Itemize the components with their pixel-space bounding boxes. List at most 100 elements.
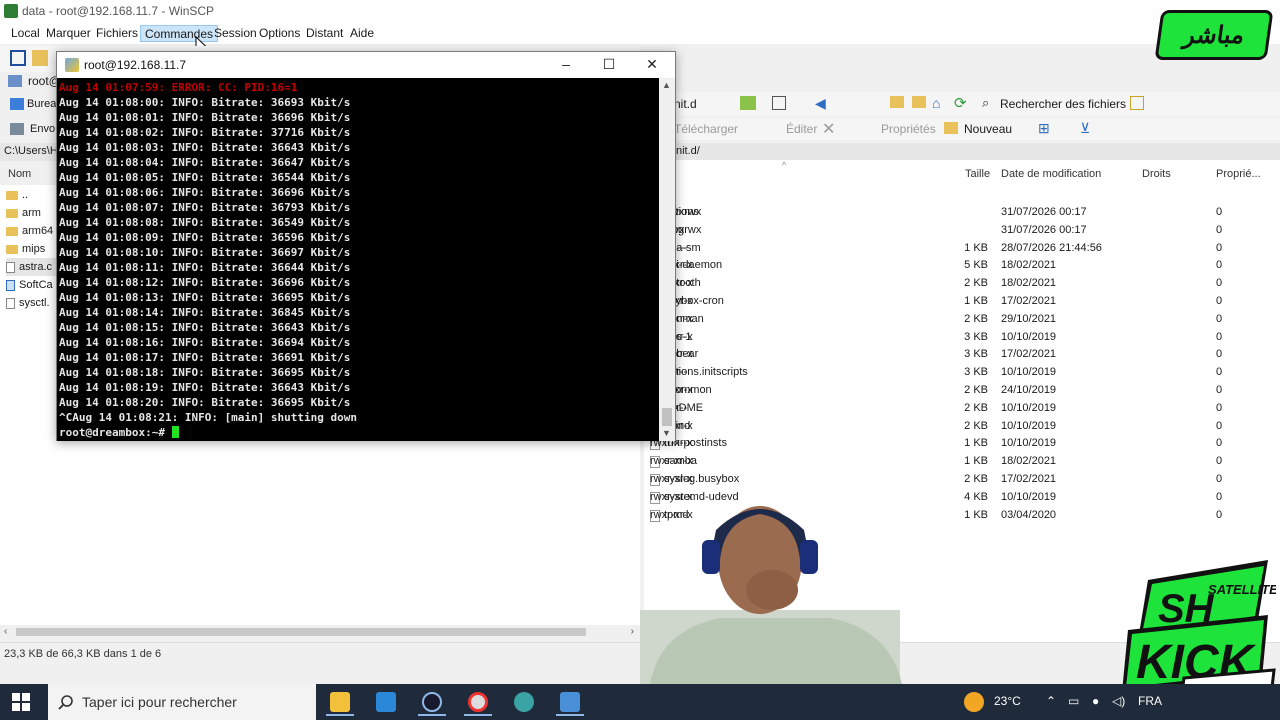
left-row-mips[interactable]: mips — [6, 240, 45, 258]
col-size[interactable]: Taille — [965, 168, 990, 180]
file-row[interactable]: EADME2 KB10/10/2019rw-r--r--0 — [650, 400, 1280, 418]
tray-chevron-icon[interactable]: ⌃ — [1046, 694, 1056, 708]
menu-distant[interactable]: Distant — [302, 25, 347, 42]
temperature[interactable]: 23°C — [994, 694, 1021, 708]
chrome-taskbar[interactable] — [460, 688, 496, 716]
terminal-title-bar[interactable]: root@192.168.11.7 – ☐ ✕ — [57, 52, 675, 78]
file-row[interactable]: scommon2 KB24/10/2019rwxr-xr-x0 — [650, 382, 1280, 400]
file-row[interactable]: onnman2 KB29/10/2021rwxr-xr-x0 — [650, 311, 1280, 329]
language-indicator[interactable]: FRA — [1138, 694, 1162, 708]
winscp-taskbar[interactable] — [552, 688, 588, 716]
root-dir-icon[interactable] — [912, 96, 926, 108]
new-button[interactable]: Nouveau — [964, 122, 1012, 136]
session-tab-icon[interactable] — [8, 75, 22, 87]
bureau-partial[interactable]: Burea — [27, 98, 56, 110]
file-row[interactable]: slog31/07/2026 00:17rwxrwxrwx0 — [650, 222, 1280, 240]
file-row[interactable]: uetooth2 KB18/02/2021rwxr-xr-x0 — [650, 275, 1280, 293]
file-icon — [6, 297, 15, 309]
col-date[interactable]: Date de modification — [1001, 168, 1101, 180]
left-row-sysctl[interactable]: sysctl. — [6, 294, 50, 312]
terminal-line: Aug 14 01:08:04: INFO: Bitrate: 36647 Kb… — [59, 156, 351, 169]
windows-start-icon[interactable] — [12, 693, 30, 711]
close-button[interactable]: ✕ — [641, 56, 663, 74]
terminal-output[interactable]: Aug 14 01:07:59: ERROR: CC: PID:16=1 Aug… — [57, 78, 659, 441]
parent-dir-icon[interactable] — [890, 96, 904, 108]
file-row[interactable]: opbear3 KB17/02/2021rwxr-xr-x0 — [650, 346, 1280, 364]
edit-button[interactable]: Éditer — [786, 122, 817, 136]
search-files-button[interactable]: Rechercher des fichiers — [1000, 97, 1126, 111]
col-owner[interactable]: Proprié... — [1216, 168, 1261, 180]
menu-marquer[interactable]: Marquer — [42, 25, 95, 42]
file-row[interactable]: samba 1 KB 18/02/2021 rwxr-xr-x 0 — [650, 453, 1280, 471]
left-row-arm64[interactable]: arm64 — [6, 222, 53, 240]
network-icon[interactable]: ▭ — [1068, 694, 1079, 708]
terminal-scrollbar[interactable]: ▲ ▼ — [659, 78, 675, 441]
volume-icon[interactable]: ◁) — [1112, 694, 1125, 708]
home-icon[interactable]: ⌂ — [932, 95, 940, 111]
file-date: 17/02/2021 — [1001, 348, 1057, 361]
minimize-button[interactable]: – — [555, 56, 577, 74]
left-scroll-thumb[interactable] — [16, 628, 586, 636]
left-row-astra[interactable]: astra.c — [6, 258, 56, 276]
scroll-down-arrow-icon[interactable]: ▼ — [662, 428, 671, 438]
terminal-error-line: Aug 14 01:07:59: ERROR: CC: PID:16=1 — [59, 81, 298, 94]
store-taskbar[interactable] — [368, 688, 404, 716]
file-row[interactable]: nctions.initscripts3 KB10/10/2019rw-r--r… — [650, 364, 1280, 382]
file-row[interactable]: bus-13 KB10/10/2019rwxr-xr-x0 — [650, 329, 1280, 347]
left-row-arm[interactable]: arm — [6, 204, 41, 222]
app-taskbar[interactable] — [506, 688, 542, 716]
col-perms[interactable]: Droits — [1142, 168, 1171, 180]
file-size: 1 KB — [964, 508, 988, 521]
left-row-softcam[interactable]: SoftCa — [6, 276, 53, 294]
file-owner: 0 — [1216, 455, 1223, 468]
menu-options[interactable]: Options — [255, 25, 304, 42]
right-path-bar[interactable]: nit.d/ — [660, 143, 1280, 161]
add-icon[interactable]: ⊞ — [1038, 120, 1050, 137]
open-folder-icon[interactable] — [740, 96, 756, 110]
scroll-up-arrow-icon[interactable]: ▲ — [662, 80, 671, 90]
mic-icon[interactable]: ● — [1092, 694, 1099, 708]
file-size: 1 KB — [964, 455, 988, 468]
menu-fichiers[interactable]: Fichiers — [92, 25, 142, 42]
weather-icon[interactable] — [964, 692, 984, 712]
back-icon[interactable]: ◀ — [815, 95, 826, 112]
file-row[interactable]: cbind2 KB10/10/2019rwxr-xr-x0 — [650, 418, 1280, 436]
file-row[interactable]: ahi-daemon5 KB18/02/2021rwxr-xr-x0 — [650, 257, 1280, 275]
envoyer-partial[interactable]: Envo — [30, 123, 55, 135]
file-date: 03/04/2020 — [1001, 508, 1057, 521]
taskbar-search[interactable]: Taper ici pour rechercher — [48, 684, 316, 720]
left-col-name[interactable]: Nom — [8, 168, 31, 180]
file-row[interactable]: run-postinsts 1 KB 10/10/2019 rwxr-xr-x 0 — [650, 435, 1280, 453]
download-button[interactable]: Télécharger — [674, 122, 738, 136]
terminal-prompt[interactable]: root@dreambox:~# — [59, 425, 179, 440]
file-row[interactable]: stra-sm1 KB28/07/2026 21:44:56rw-------0 — [650, 240, 1280, 258]
folder-icon — [6, 244, 18, 254]
left-horizontal-scrollbar[interactable]: ‹ › — [4, 626, 634, 638]
obs-taskbar[interactable] — [414, 688, 450, 716]
terminal-scroll-thumb[interactable] — [662, 408, 672, 426]
terminal-line: Aug 14 01:08:20: INFO: Bitrate: 36695 Kb… — [59, 396, 351, 409]
terminal-window[interactable]: root@192.168.11.7 – ☐ ✕ Aug 14 01:07:59:… — [56, 51, 676, 441]
file-row[interactable]: nctions31/07/2026 00:17rwxrwxrwx0 — [650, 204, 1280, 222]
filter-icon[interactable] — [772, 96, 786, 110]
file-owner: 0 — [1216, 366, 1223, 379]
file-row[interactable]: usybox-cron1 KB17/02/2021rwxr-xr-x0 — [650, 293, 1280, 311]
sync-icon[interactable] — [10, 50, 26, 66]
select-filter-icon[interactable]: ⊻ — [1080, 120, 1090, 137]
delete-icon[interactable]: ✕ — [822, 119, 835, 139]
left-row-parent[interactable]: .. — [6, 186, 28, 204]
properties-button[interactable]: Propriétés — [881, 122, 936, 136]
menu-session[interactable]: Session — [210, 25, 261, 42]
right-path-combo[interactable]: nit.d — [674, 97, 697, 111]
scroll-right-arrow-icon[interactable]: › — [631, 626, 634, 637]
file-row[interactable]: syslog.busybox 2 KB 17/02/2021 rwxr-xr-x 0 — [650, 471, 1280, 489]
file-size: 3 KB — [964, 366, 988, 379]
maximize-button[interactable]: ☐ — [598, 56, 620, 74]
refresh-icon[interactable]: ⟳ — [954, 94, 967, 112]
menu-local[interactable]: Local — [7, 25, 44, 42]
folder-icon[interactable] — [32, 50, 48, 66]
menu-aide[interactable]: Aide — [346, 25, 378, 42]
tree-icon[interactable] — [1130, 96, 1144, 110]
file-explorer-taskbar[interactable] — [322, 688, 358, 716]
scroll-left-arrow-icon[interactable]: ‹ — [4, 626, 7, 637]
